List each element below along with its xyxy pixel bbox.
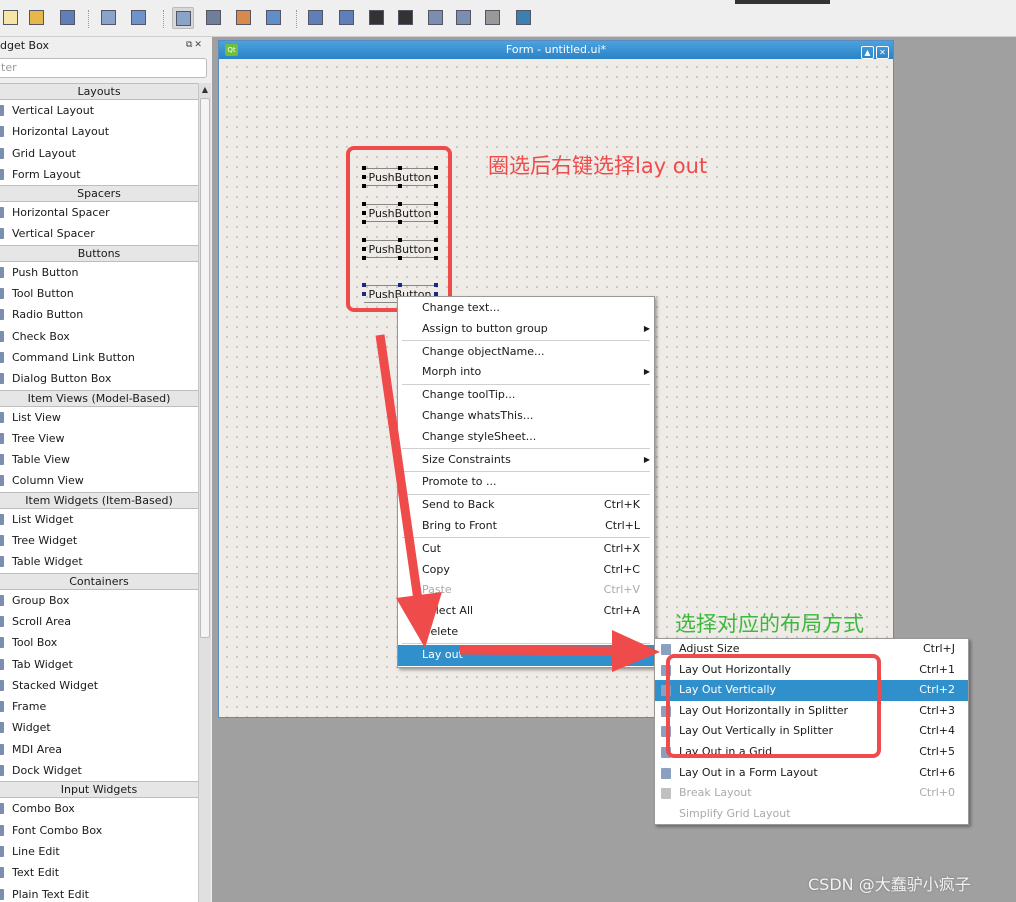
watermark: CSDN @大蠢驴小疯子 bbox=[808, 875, 971, 894]
arrow-1-shaft bbox=[375, 334, 423, 601]
annotation-arrows bbox=[375, 334, 660, 672]
arrow-1-head bbox=[396, 592, 442, 648]
arrow-2-head bbox=[612, 630, 660, 672]
arrow-2-shaft bbox=[459, 645, 616, 656]
